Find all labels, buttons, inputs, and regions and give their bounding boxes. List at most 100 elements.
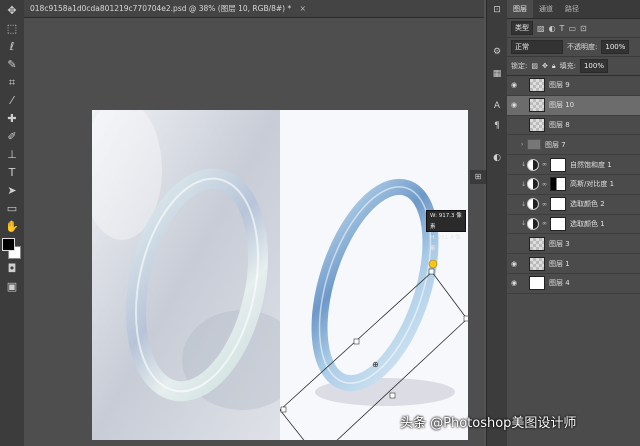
eye-off-icon[interactable]: ◉ (507, 121, 521, 129)
lock-position-icon[interactable]: ✥ (542, 62, 548, 70)
eye-off-icon[interactable]: ◉ (507, 161, 521, 169)
original-bangle-image (92, 110, 302, 440)
svg-text:⊕: ⊕ (372, 360, 379, 369)
adjustment-layer-icon (527, 158, 539, 171)
layer-row-selected[interactable]: ◉ 图层 10 (507, 95, 640, 116)
shape-tool-icon[interactable]: ▭ (3, 202, 21, 216)
layer-list: ◉ 图层 9 ◉ 图层 10 ◉ 图层 8 ◉ › 图层 7 ◉ ↓ ∞ (507, 76, 640, 294)
link-icon: ∞ (542, 200, 547, 208)
layer-name: 图层 10 (549, 101, 575, 110)
panel-tab-bar: 图层 通道 路径 (507, 0, 640, 19)
marquee-tool-icon[interactable]: ⬚ (3, 22, 21, 36)
lock-all-icon[interactable]: 🔒︎ (552, 62, 556, 71)
link-icon: ∞ (542, 180, 547, 188)
eye-off-icon[interactable]: ◉ (507, 141, 521, 149)
brush-tool-icon[interactable]: ✐ (3, 130, 21, 144)
history-icon[interactable]: ⊡ (491, 4, 503, 16)
type-tool-icon[interactable]: T (3, 166, 21, 180)
layer-row[interactable]: ◉ ↓ ∞ 选取颜色 1 (507, 215, 640, 235)
folder-icon (527, 139, 541, 151)
layer-thumbnail (529, 98, 545, 113)
layer-row[interactable]: ◉ 图层 8 (507, 116, 640, 136)
character-icon[interactable]: A (491, 100, 503, 112)
pixel-filter-icon[interactable]: ▨ (537, 24, 545, 33)
eyedropper-tool-icon[interactable]: ⁄ (3, 94, 21, 108)
styles-icon[interactable]: ◐ (491, 152, 503, 164)
smart-object-filter-icon[interactable]: ⊡ (580, 24, 587, 33)
paragraph-icon[interactable]: ¶ (491, 120, 503, 132)
layer-row[interactable]: ◉ ↓ ∞ 自然饱和度 1 (507, 155, 640, 175)
filter-kind-select[interactable]: 类型 (511, 21, 533, 35)
height-readout: H: 261.4 像素 (430, 235, 461, 252)
mask-thumbnail (550, 177, 566, 192)
tab-channels[interactable]: 通道 (533, 0, 559, 18)
layer-name: 选取颜色 1 (570, 219, 605, 228)
link-icon: ∞ (542, 161, 547, 169)
eye-icon[interactable]: ◉ (507, 81, 521, 89)
screen-mode-icon[interactable]: ▣ (3, 280, 21, 294)
layer-name: 高斯/对比度 1 (570, 180, 615, 189)
layer-name: 自然饱和度 1 (570, 160, 612, 169)
mask-thumbnail (550, 216, 566, 231)
layer-name: 图层 4 (549, 279, 570, 288)
eye-off-icon[interactable]: ◉ (507, 240, 521, 248)
tab-layers[interactable]: 图层 (507, 0, 533, 18)
opacity-field[interactable]: 100% (601, 40, 630, 54)
panel-dock-strip: ⊡ ⚙ ▦ A ¶ ◐ (486, 0, 508, 446)
eye-off-icon[interactable]: ◉ (507, 220, 521, 228)
layer-name: 图层 8 (549, 120, 570, 129)
quick-mask-icon[interactable]: ◘ (3, 262, 21, 276)
layer-row[interactable]: ◉ ↓ ∞ 选取颜色 2 (507, 195, 640, 215)
layers-panel: 图层 通道 路径 类型 ▨ ◐ T ▭ ⊡ 正常 不透明度: 100% 锁定: … (507, 0, 640, 446)
clone-stamp-tool-icon[interactable]: ⊥ (3, 148, 21, 162)
layer-name: 图层 9 (549, 81, 570, 90)
width-readout: W: 917.3 像素 (430, 213, 462, 230)
layer-thumbnail (529, 256, 545, 271)
adjustments-icon[interactable]: ⚙ (491, 46, 503, 58)
fill-field[interactable]: 100% (579, 59, 608, 73)
eye-icon[interactable]: ◉ (507, 279, 521, 287)
tab-paths[interactable]: 路径 (559, 0, 585, 18)
adjustment-filter-icon[interactable]: ◐ (549, 24, 556, 33)
eye-icon[interactable]: ◉ (507, 101, 521, 109)
foreground-color-swatch[interactable] (2, 238, 15, 251)
lock-label: 锁定: (511, 62, 528, 70)
blend-mode-select[interactable]: 正常 (511, 40, 563, 54)
swatches-icon[interactable]: ▦ (491, 68, 503, 80)
layer-name: 选取颜色 2 (570, 200, 605, 209)
crop-tool-icon[interactable]: ⌗ (3, 76, 21, 90)
quick-select-tool-icon[interactable]: ✎ (3, 58, 21, 72)
layer-row[interactable]: ◉ 图层 1 (507, 254, 640, 274)
path-select-tool-icon[interactable]: ➤ (3, 184, 21, 198)
layer-thumbnail (529, 236, 545, 251)
layer-row[interactable]: ◉ 图层 9 (507, 76, 640, 96)
shape-filter-icon[interactable]: ▭ (568, 24, 576, 33)
adjustment-layer-icon (527, 217, 539, 230)
layer-thumbnail (529, 78, 545, 93)
document-canvas[interactable]: ⊕ (92, 110, 468, 440)
hand-tool-icon[interactable]: ✋ (3, 220, 21, 234)
lock-pixels-icon[interactable]: ▨ (531, 62, 538, 70)
layer-row[interactable]: ◉ 图层 3 (507, 234, 640, 255)
link-icon: ∞ (542, 220, 547, 228)
layer-thumbnail (529, 276, 545, 291)
close-tab-icon[interactable]: × (300, 4, 306, 13)
document-tab[interactable]: 018c9158a1d0cda801219c770704e2.psd @ 38%… (24, 0, 484, 18)
layer-name: 图层 7 (545, 140, 566, 149)
eye-off-icon[interactable]: ◉ (507, 180, 521, 188)
eye-off-icon[interactable]: ◉ (507, 200, 521, 208)
adjustment-layer-icon (527, 198, 539, 211)
lasso-tool-icon[interactable]: ℓ (3, 40, 21, 54)
collapsed-panel-icon[interactable]: ⊞ (470, 170, 486, 184)
layer-row[interactable]: ◉ ↓ ∞ 高斯/对比度 1 (507, 175, 640, 195)
move-tool-icon[interactable]: ✥ (3, 4, 21, 18)
healing-brush-tool-icon[interactable]: ✚ (3, 112, 21, 126)
layer-row[interactable]: ◉ 图层 4 (507, 274, 640, 294)
type-filter-icon[interactable]: T (560, 24, 565, 33)
layer-name: 图层 1 (549, 259, 570, 268)
eye-icon[interactable]: ◉ (507, 260, 521, 268)
layer-group-row[interactable]: ◉ › 图层 7 (507, 135, 640, 156)
mask-thumbnail (550, 197, 566, 212)
canvas-area[interactable]: ⊕ (24, 18, 484, 446)
opacity-label: 不透明度: (567, 43, 598, 51)
